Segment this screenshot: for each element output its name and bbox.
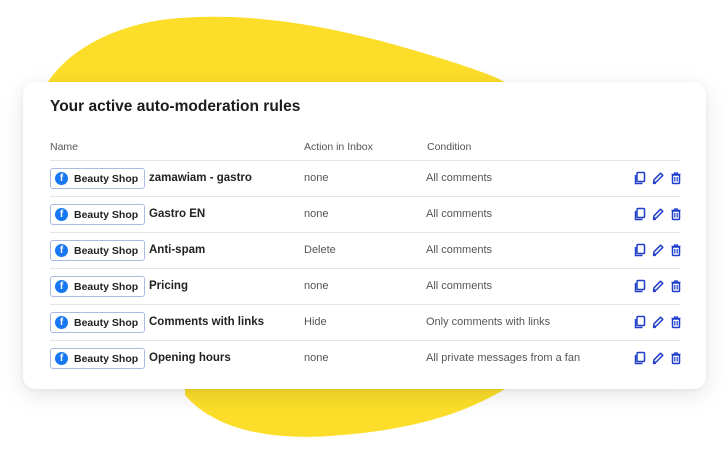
rule-name[interactable]: Opening hours xyxy=(149,352,231,364)
facebook-icon: f xyxy=(55,316,68,329)
delete-icon[interactable] xyxy=(669,207,683,221)
row-actions xyxy=(633,279,683,293)
edit-icon[interactable] xyxy=(651,315,665,329)
rule-row[interactable]: f Beauty Shop Anti-spam Delete All comments xyxy=(50,232,683,268)
edit-icon[interactable] xyxy=(651,279,665,293)
column-header-action: Action in Inbox xyxy=(304,141,373,153)
page-badge-label: Beauty Shop xyxy=(74,208,139,221)
page-badge-label: Beauty Shop xyxy=(74,172,139,185)
rule-action: none xyxy=(304,208,329,220)
rule-row[interactable]: f Beauty Shop zamawiam - gastro none All com… xyxy=(50,160,683,196)
row-actions xyxy=(633,351,683,365)
card-title: Your active auto-moderation rules xyxy=(50,98,301,115)
page-badge-label: Beauty Shop xyxy=(74,352,139,365)
page-badge[interactable]: f Beauty Shop xyxy=(50,348,145,369)
page-badge[interactable]: f Beauty Shop xyxy=(50,240,145,261)
page-badge-label: Beauty Shop xyxy=(74,280,139,293)
rule-name[interactable]: Anti-spam xyxy=(149,244,205,256)
rule-condition: All comments xyxy=(426,244,493,256)
column-header-name: Name xyxy=(50,141,79,153)
row-actions xyxy=(633,315,683,329)
rule-name[interactable]: Comments with links xyxy=(149,316,264,328)
edit-icon[interactable] xyxy=(651,351,665,365)
facebook-icon: f xyxy=(55,352,68,365)
copy-icon[interactable] xyxy=(633,351,647,365)
copy-icon[interactable] xyxy=(633,171,647,185)
rule-condition: All comments xyxy=(426,172,493,184)
facebook-icon: f xyxy=(55,172,68,185)
rule-condition: All comments xyxy=(426,280,493,292)
row-actions xyxy=(633,207,683,221)
rule-name[interactable]: Gastro EN xyxy=(149,208,205,220)
edit-icon[interactable] xyxy=(651,171,665,185)
rule-name[interactable]: Pricing xyxy=(149,280,188,292)
column-header-condition: Condition xyxy=(427,141,472,153)
copy-icon[interactable] xyxy=(633,243,647,257)
rule-row[interactable]: f Beauty Shop Pricing none All comments xyxy=(50,268,683,304)
delete-icon[interactable] xyxy=(669,279,683,293)
page-badge[interactable]: f Beauty Shop xyxy=(50,276,145,297)
delete-icon[interactable] xyxy=(669,243,683,257)
facebook-icon: f xyxy=(55,244,68,257)
delete-icon[interactable] xyxy=(669,315,683,329)
rule-row[interactable]: f Beauty Shop Gastro EN none All comments xyxy=(50,196,683,232)
page-badge[interactable]: f Beauty Shop xyxy=(50,312,145,333)
facebook-icon: f xyxy=(55,280,68,293)
page-badge-label: Beauty Shop xyxy=(74,244,139,257)
page-badge-label: Beauty Shop xyxy=(74,316,139,329)
rule-action: Hide xyxy=(304,316,327,328)
rule-condition: Only comments with links xyxy=(426,316,551,328)
rules-card: Your active auto-moderation rules Name A… xyxy=(23,82,706,389)
rule-action: Delete xyxy=(304,244,336,256)
rule-row[interactable]: f Beauty Shop Opening hours none All private… xyxy=(50,340,683,376)
edit-icon[interactable] xyxy=(651,207,665,221)
page-badge[interactable]: f Beauty Shop xyxy=(50,204,145,225)
rule-action: none xyxy=(304,352,329,364)
rule-condition: All private messages from a fan xyxy=(426,352,581,364)
copy-icon[interactable] xyxy=(633,279,647,293)
edit-icon[interactable] xyxy=(651,243,665,257)
rule-condition: All comments xyxy=(426,208,493,220)
page-badge[interactable]: f Beauty Shop xyxy=(50,168,145,189)
rule-name[interactable]: zamawiam - gastro xyxy=(149,172,252,184)
delete-icon[interactable] xyxy=(669,351,683,365)
rule-action: none xyxy=(304,280,329,292)
copy-icon[interactable] xyxy=(633,207,647,221)
delete-icon[interactable] xyxy=(669,171,683,185)
row-actions xyxy=(633,243,683,257)
rule-row[interactable]: f Beauty Shop Comments with links Hide Only … xyxy=(50,304,683,340)
row-actions xyxy=(633,171,683,185)
copy-icon[interactable] xyxy=(633,315,647,329)
facebook-icon: f xyxy=(55,208,68,221)
rule-action: none xyxy=(304,172,329,184)
